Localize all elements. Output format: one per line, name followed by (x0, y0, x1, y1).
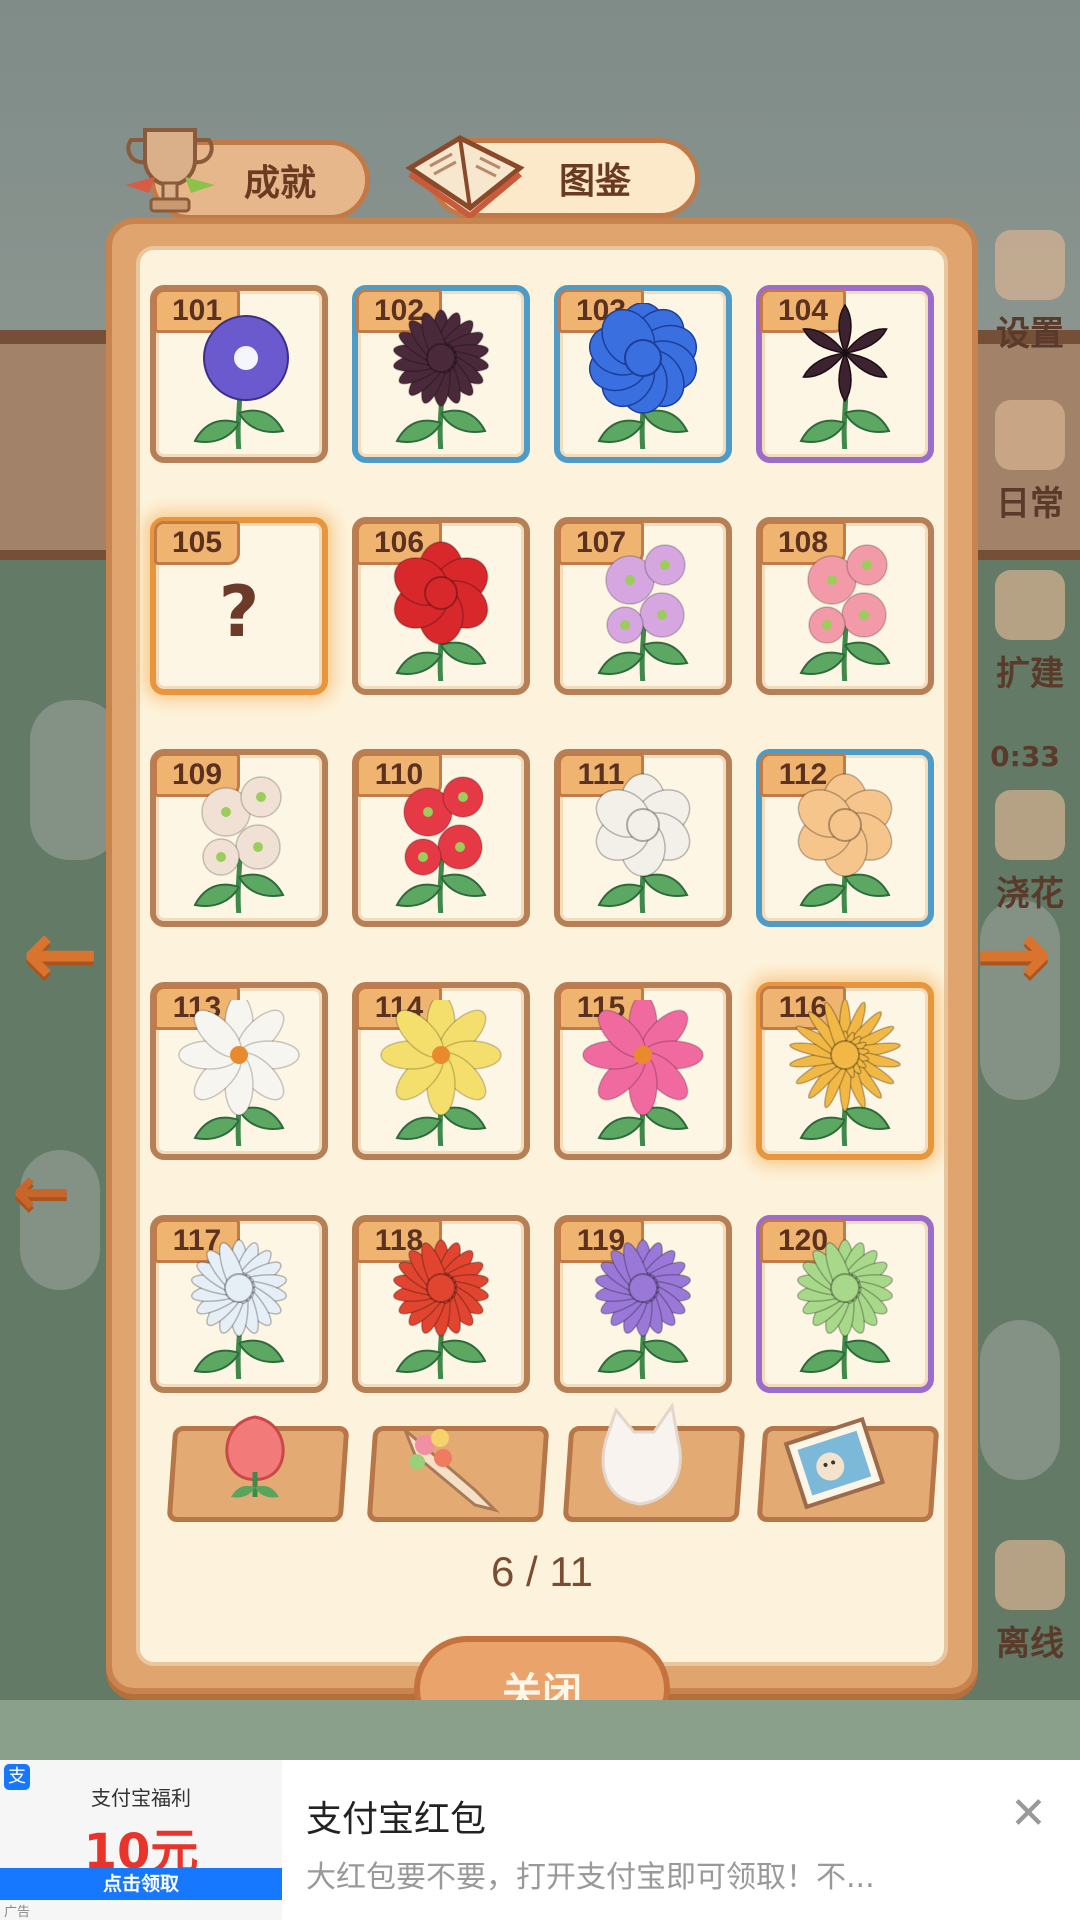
flower-card-113[interactable]: 113 (150, 982, 328, 1160)
cosmos-icon (582, 1000, 704, 1146)
side-button-label: 设置 (996, 314, 1064, 354)
peony-icon (588, 303, 698, 449)
bouquet-icon (385, 1410, 515, 1520)
flower-card-112[interactable]: 112 (756, 749, 934, 927)
book-icon (400, 108, 530, 228)
flower-card-109[interactable]: 109 (150, 749, 328, 927)
tab-label: 成就 (243, 163, 316, 204)
cosmos-icon (380, 1000, 502, 1146)
side-button-label: 扩建 (996, 654, 1064, 694)
lily-icon (799, 303, 891, 449)
side-button-expand[interactable]: 扩建 (990, 570, 1070, 694)
bottom-toolbar-background (0, 1700, 1080, 1760)
book-icon (995, 1540, 1065, 1610)
flower-card-103[interactable]: 103 (554, 285, 732, 463)
gear-icon (995, 230, 1065, 300)
hollyhock-icon (597, 544, 689, 681)
rose-icon (200, 1402, 310, 1512)
page-indicator: 6 / 11 (491, 1548, 593, 1595)
hollyhock-icon (799, 544, 891, 681)
cat-silhouette-icon (586, 1400, 696, 1520)
flower-card-119[interactable]: 119 (554, 1215, 732, 1393)
spider-mum-icon (789, 1000, 901, 1146)
chrysanthemum-icon (796, 1239, 894, 1379)
ad-title: 支付宝红包 (306, 1799, 487, 1840)
ad-image[interactable]: 支 支付宝福利 10元 点击领取 广告 (0, 1760, 282, 1920)
hollyhock-icon (395, 776, 487, 913)
ad-close-icon[interactable]: ✕ (1010, 1788, 1047, 1839)
ad-image-title: 支付宝福利 (91, 1786, 191, 1810)
flower-card-117[interactable]: 117 (150, 1215, 328, 1393)
flower-icon (995, 790, 1065, 860)
side-button-label: 日常 (996, 484, 1064, 524)
flower-card-120[interactable]: 120 (756, 1215, 934, 1393)
flower-card-110[interactable]: 110 (352, 749, 530, 927)
chrysanthemum-icon (190, 1239, 288, 1379)
trophy-icon (115, 115, 225, 225)
scroll-icon (995, 400, 1065, 470)
hollyhock-icon (193, 776, 285, 913)
morning-glory-icon (193, 315, 289, 449)
flower-card-105[interactable]: 105? (150, 517, 328, 695)
ad-banner[interactable]: 支 支付宝福利 10元 点击领取 广告 支付宝红包 大红包要不要，打开支付宝即可… (0, 1760, 1080, 1920)
flower-card-102[interactable]: 102 (352, 285, 530, 463)
flower-card-107[interactable]: 107 (554, 517, 732, 695)
chrysanthemum-icon (594, 1239, 692, 1379)
next-page-arrow[interactable]: → (975, 900, 1052, 1007)
photo-icon (770, 1410, 900, 1520)
ad-description: 大红包要不要，打开支付宝即可领取！不... (306, 1860, 875, 1895)
flower-card-115[interactable]: 115 (554, 982, 732, 1160)
card-number: 105 (154, 521, 240, 565)
ad-claim-button[interactable]: 点击领取 (0, 1868, 282, 1900)
side-button-label: 离线 (996, 1624, 1064, 1664)
side-button-settings[interactable]: 设置 (990, 230, 1070, 354)
back-arrow[interactable]: ← (12, 1150, 71, 1232)
unknown-flower-mark: ? (218, 571, 260, 653)
side-button-daily[interactable]: 日常 (990, 400, 1070, 524)
ad-label: 广告 (4, 1905, 31, 1920)
flower-card-106[interactable]: 106 (352, 517, 530, 695)
flower-card-111[interactable]: 111 (554, 749, 732, 927)
side-button-water[interactable]: 浇花 (990, 790, 1070, 914)
flower-card-114[interactable]: 114 (352, 982, 530, 1160)
flower-card-116[interactable]: 116 (756, 982, 934, 1160)
side-button-offline[interactable]: 离线 (990, 1540, 1070, 1664)
flower-card-104[interactable]: 104 (756, 285, 934, 463)
cosmos-icon (178, 1000, 300, 1146)
tab-label: 图鉴 (558, 161, 631, 202)
gardenia-icon (797, 773, 893, 913)
flower-card-108[interactable]: 108 (756, 517, 934, 695)
chrysanthemum-icon (392, 1239, 490, 1379)
hammer-icon (995, 570, 1065, 640)
previous-page-arrow[interactable]: ← (22, 900, 99, 1007)
gardenia-icon (595, 773, 691, 913)
flower-card-101[interactable]: 101 (150, 285, 328, 463)
chrysanthemum-icon (392, 309, 490, 449)
flower-card-118[interactable]: 118 (352, 1215, 530, 1393)
rose-icon (393, 541, 489, 681)
